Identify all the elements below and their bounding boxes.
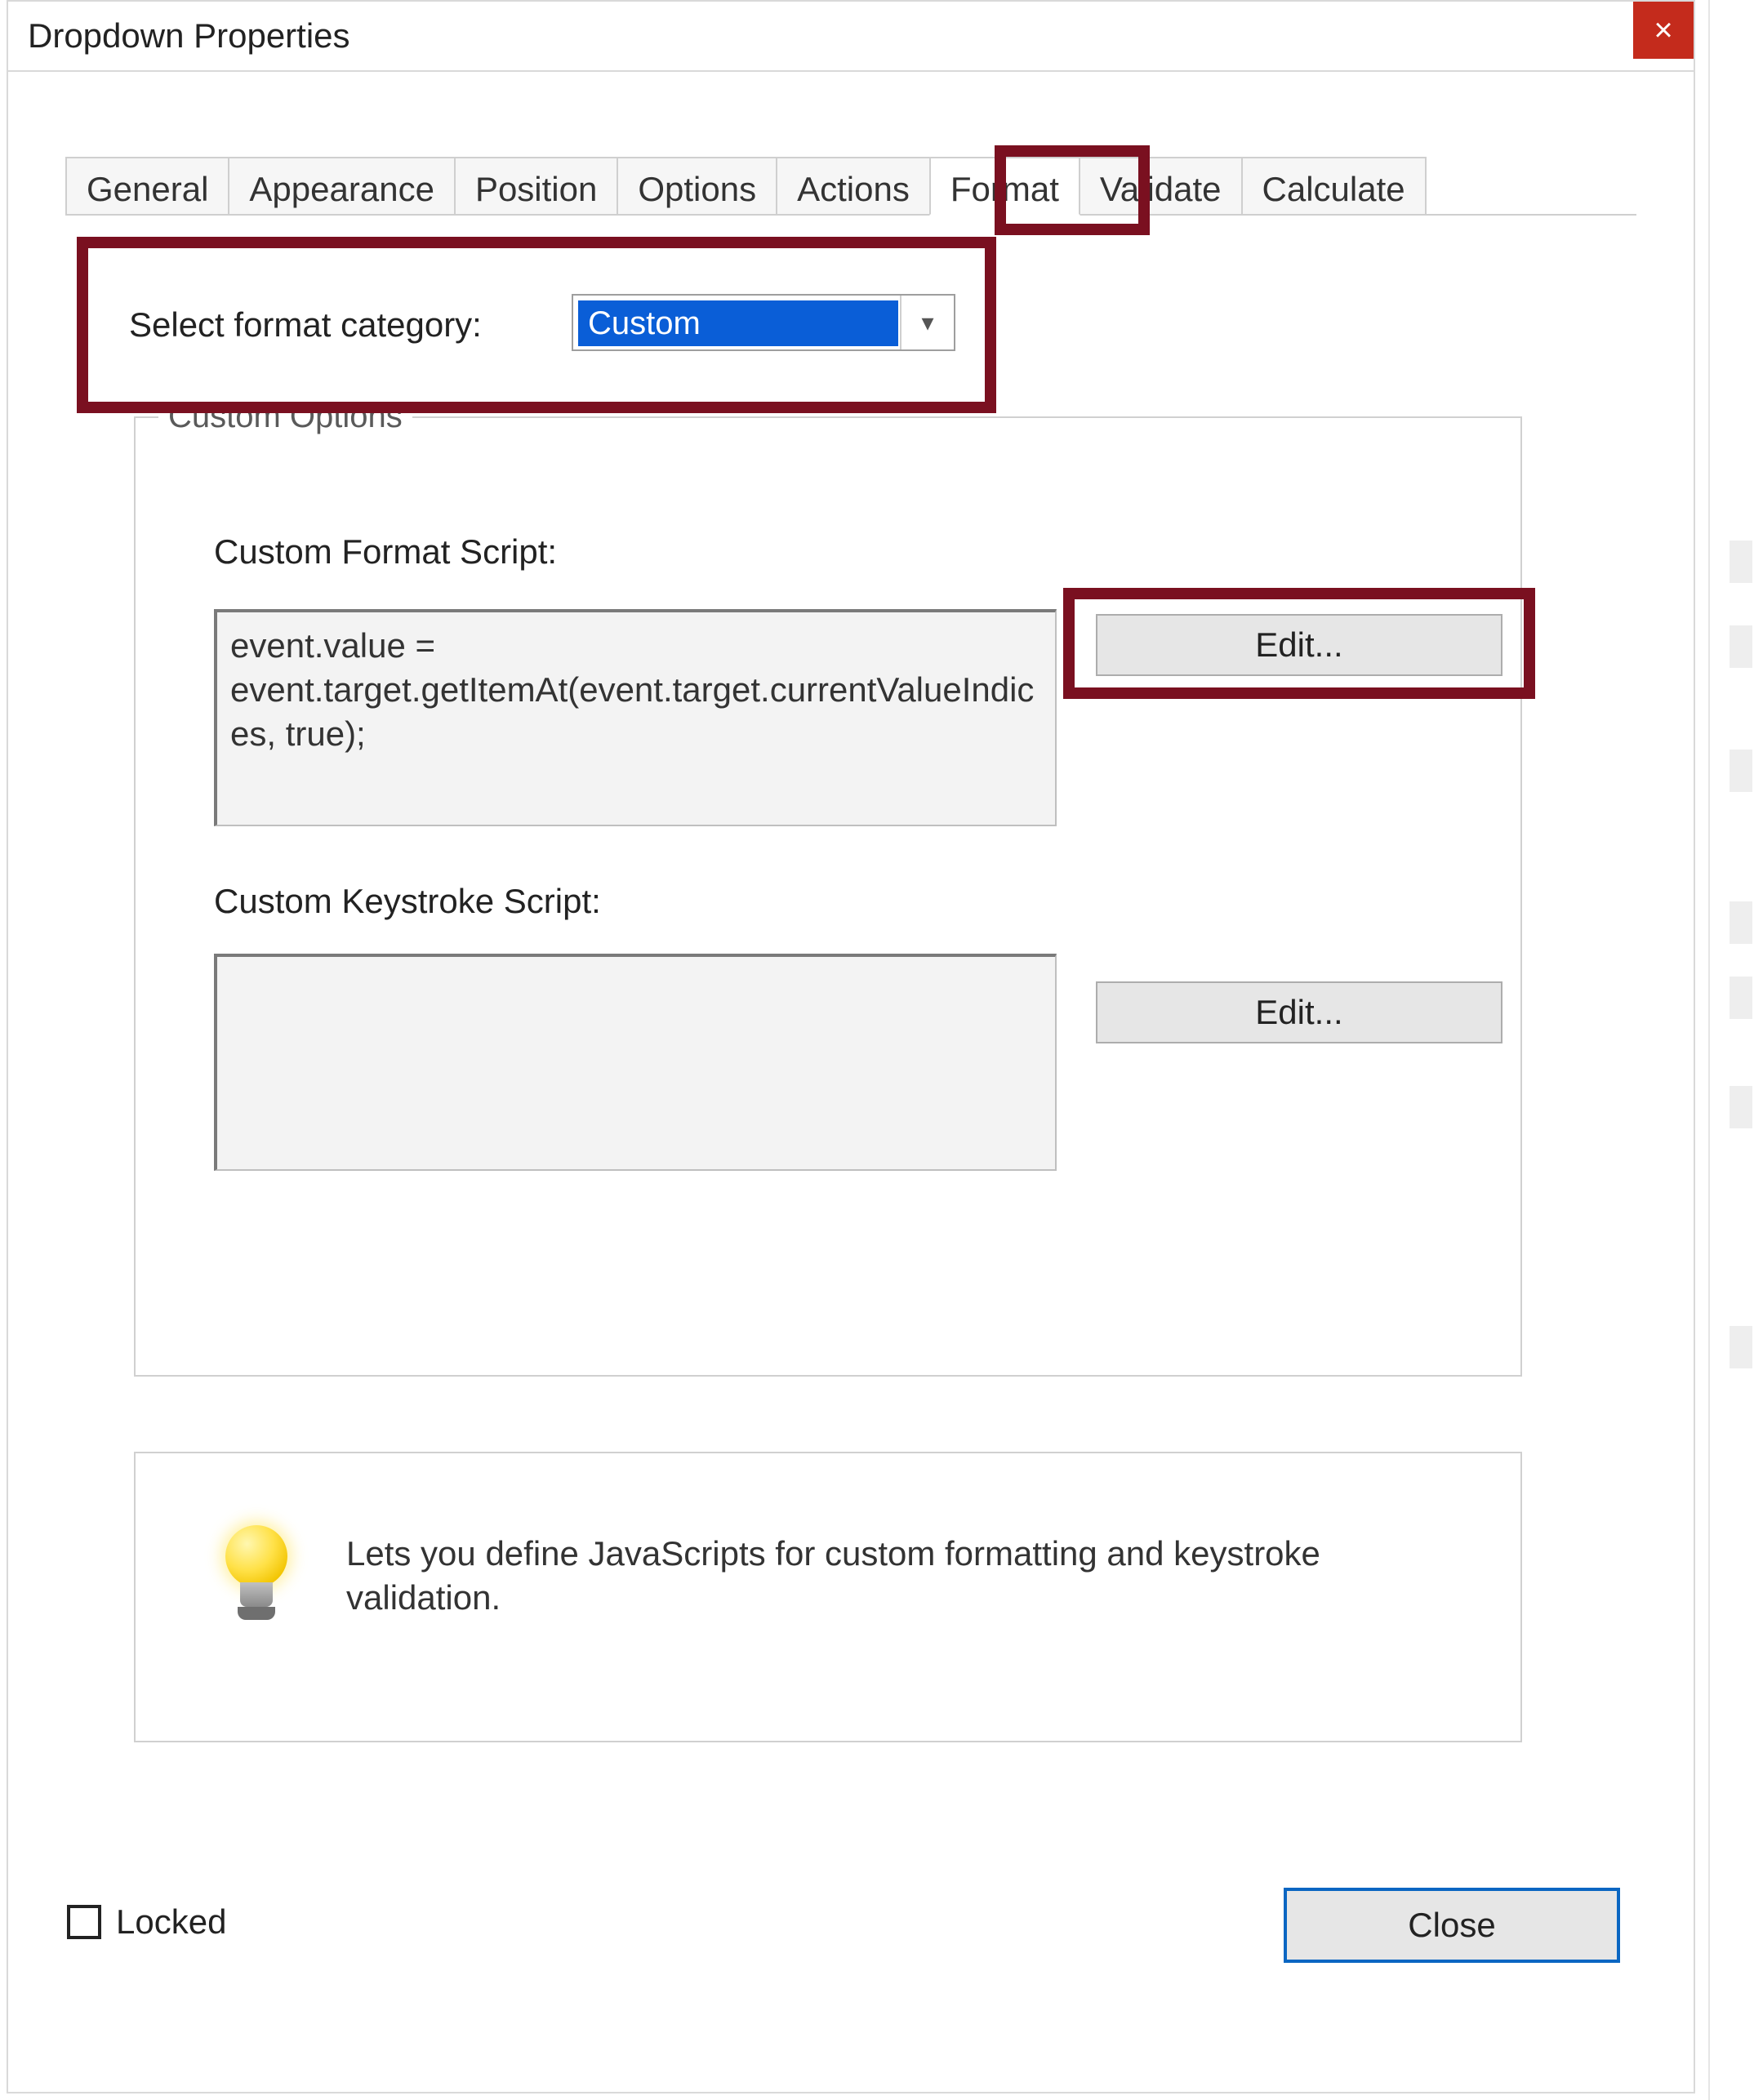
- tab-general[interactable]: General: [65, 157, 229, 216]
- tab-options[interactable]: Options: [617, 157, 777, 216]
- lightbulb-icon: [217, 1525, 296, 1630]
- locked-label: Locked: [116, 1902, 226, 1942]
- window-title: Dropdown Properties: [28, 16, 350, 56]
- window-close-button[interactable]: ×: [1633, 2, 1694, 59]
- tab-panel-border: [65, 214, 1636, 1406]
- tab-format[interactable]: Format: [929, 157, 1080, 216]
- background-right-strip: [1708, 0, 1754, 2100]
- tab-strip: General Appearance Position Options Acti…: [65, 157, 1425, 216]
- tab-actions[interactable]: Actions: [776, 157, 931, 216]
- tab-appearance[interactable]: Appearance: [228, 157, 456, 216]
- format-info-text: Lets you define JavaScripts for custom f…: [346, 1532, 1457, 1620]
- tab-validate[interactable]: Validate: [1079, 157, 1243, 216]
- tab-position[interactable]: Position: [454, 157, 618, 216]
- tab-calculate[interactable]: Calculate: [1241, 157, 1427, 216]
- dropdown-properties-dialog: Dropdown Properties × General Appearance…: [7, 0, 1695, 2093]
- titlebar: Dropdown Properties ×: [8, 2, 1694, 72]
- close-button[interactable]: Close: [1284, 1888, 1620, 1963]
- locked-checkbox[interactable]: [67, 1905, 101, 1939]
- locked-checkbox-row[interactable]: Locked: [67, 1902, 226, 1942]
